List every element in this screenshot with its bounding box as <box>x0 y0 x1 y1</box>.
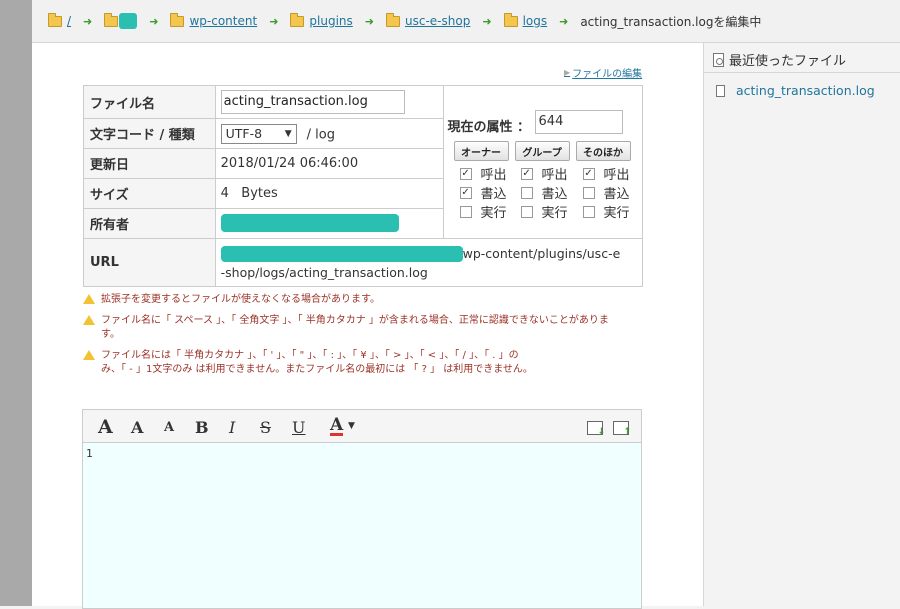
underline-button[interactable]: U <box>292 418 305 437</box>
font-color-button[interactable]: A <box>330 417 344 436</box>
redacted-block <box>119 13 138 29</box>
owner-write[interactable]: ✓ 書込 <box>459 183 507 202</box>
editor-toolbar: A A A B I S U A ▼ ↓ ↑ <box>83 410 641 443</box>
folder-icon <box>386 12 401 27</box>
divider <box>704 72 900 73</box>
owner-button[interactable]: オーナー <box>453 141 509 161</box>
checkbox[interactable]: ✓ <box>459 167 472 180</box>
size-value: 4 Bytes <box>214 178 444 209</box>
redacted-block <box>220 246 463 262</box>
checkbox[interactable] <box>520 205 533 218</box>
group-read[interactable]: ✓ 呼出 <box>520 164 568 183</box>
filename-label: ファイル名 <box>83 85 216 119</box>
warning-icon <box>83 315 95 325</box>
arrow-right-icon: ➜ <box>364 14 375 28</box>
arrow-right-icon: ➜ <box>149 14 159 28</box>
file-icon <box>716 84 725 97</box>
recent-files-title: 最近使ったファイル <box>713 50 846 69</box>
checkbox[interactable]: ✓ <box>582 167 595 180</box>
group-write[interactable]: 書込 <box>520 183 568 202</box>
encoding-label: 文字コード / 種類 <box>83 118 216 149</box>
owner-label: 所有者 <box>83 208 216 239</box>
filename-input[interactable]: acting_transaction.log <box>220 90 405 114</box>
breadcrumb-item-logs[interactable]: logs <box>503 12 547 28</box>
text-editor[interactable]: A A A B I S U A ▼ ↓ ↑ 1 <box>82 409 642 609</box>
breadcrumb-root[interactable]: / <box>48 12 71 28</box>
font-small-button[interactable]: A <box>164 420 174 435</box>
warning-item: ファイル名には「 半角カタカナ 」、「 ' 」、「 " 」、「 : 」、「 ¥ … <box>83 349 533 377</box>
checkbox[interactable] <box>520 186 533 199</box>
recent-files-sidebar: 最近使ったファイル acting_transaction.log <box>703 43 900 606</box>
checkbox[interactable] <box>459 205 472 218</box>
italic-button[interactable]: I <box>229 418 235 437</box>
owner-read[interactable]: ✓ 呼出 <box>459 164 507 183</box>
warning-icon <box>83 294 95 304</box>
font-medium-button[interactable]: A <box>131 418 143 437</box>
edit-file-link-label[interactable]: ファイルの編集 <box>572 65 642 80</box>
other-read[interactable]: ✓ 呼出 <box>582 164 630 183</box>
updated-label: 更新日 <box>83 148 216 179</box>
url-value: wp-content/plugins/usc-e -shop/logs/acti… <box>214 238 644 287</box>
attributes-panel: 現在の属性 ： 644 オーナー グループ そのほか ✓ 呼出 ✓ 呼出 ✓ 呼出 ✓… <box>442 85 644 239</box>
arrow-right-icon: ➜ <box>559 14 569 28</box>
attributes-input[interactable]: 644 <box>534 110 623 134</box>
recent-file-item[interactable]: acting_transaction.log <box>716 83 875 98</box>
updated-value: 2018/01/24 06:46:00 <box>214 148 444 179</box>
edit-file-link[interactable]: ▶ ファイルの編集 <box>564 65 642 80</box>
owner-exec[interactable]: 実行 <box>459 202 507 221</box>
size-label: サイズ <box>83 178 216 209</box>
line-number: 1 <box>86 447 93 460</box>
other-write[interactable]: 書込 <box>582 183 630 202</box>
chevron-down-icon: ▼ <box>284 128 292 139</box>
breadcrumb-item-usc-e-shop[interactable]: usc-e-shop <box>386 12 470 28</box>
font-large-button[interactable]: A <box>98 416 113 438</box>
folder-icon <box>503 12 518 27</box>
warning-item: ファイル名に「 スペース 」、「 全角文字 」、「 半角カタカナ 」が含まれる場… <box>83 314 609 342</box>
breadcrumb-item-plugins[interactable]: plugins <box>290 12 353 28</box>
encoding-select[interactable]: UTF-8 ▼ <box>220 123 297 144</box>
warning-item: 拡張子を変更するとファイルが使えなくなる場合があります。 <box>83 293 380 307</box>
arrow-right-icon: ➜ <box>83 14 93 28</box>
url-label: URL <box>83 238 216 287</box>
left-window-edge <box>0 0 32 606</box>
file-properties-table: ファイル名 acting_transaction.log 現在の属性 ： 644… <box>83 85 644 287</box>
breadcrumb-redacted[interactable] <box>104 12 138 29</box>
other-button[interactable]: そのほか <box>575 141 631 161</box>
checkbox[interactable]: ✓ <box>520 167 533 180</box>
breadcrumb: / ➜ ➜ wp-content ➜ plugins ➜ usc-e-shop … <box>32 0 900 43</box>
other-exec[interactable]: 実行 <box>582 202 630 221</box>
main-panel: ▶ ファイルの編集 ファイル名 acting_transaction.log 現… <box>32 43 703 609</box>
folder-icon <box>104 12 119 27</box>
arrow-right-icon: ➜ <box>482 14 492 28</box>
group-exec[interactable]: 実行 <box>520 202 568 221</box>
warning-icon <box>83 350 95 360</box>
breadcrumb-item-wp-content[interactable]: wp-content <box>170 12 257 28</box>
redacted-block <box>220 214 399 232</box>
folder-icon <box>48 12 62 27</box>
checkbox[interactable] <box>582 186 595 199</box>
recent-file-icon <box>713 52 724 67</box>
arrow-right-icon: ➜ <box>269 14 279 28</box>
strikethrough-button[interactable]: S <box>260 418 271 437</box>
breadcrumb-current: acting_transaction.logを編集中 <box>580 14 762 29</box>
file-type: / log <box>306 127 335 142</box>
triangle-right-icon: ▶ <box>564 68 571 77</box>
attributes-label: 現在の属性 ： <box>447 120 531 135</box>
bold-button[interactable]: B <box>195 418 209 437</box>
folder-icon <box>170 12 185 27</box>
checkbox[interactable]: ✓ <box>459 186 472 199</box>
checkbox[interactable] <box>582 205 595 218</box>
upload-icon[interactable]: ↑ <box>613 421 631 437</box>
download-icon[interactable]: ↓ <box>587 421 605 437</box>
folder-icon <box>290 12 305 27</box>
group-button[interactable]: グループ <box>514 141 570 161</box>
chevron-down-icon[interactable]: ▼ <box>348 421 355 431</box>
